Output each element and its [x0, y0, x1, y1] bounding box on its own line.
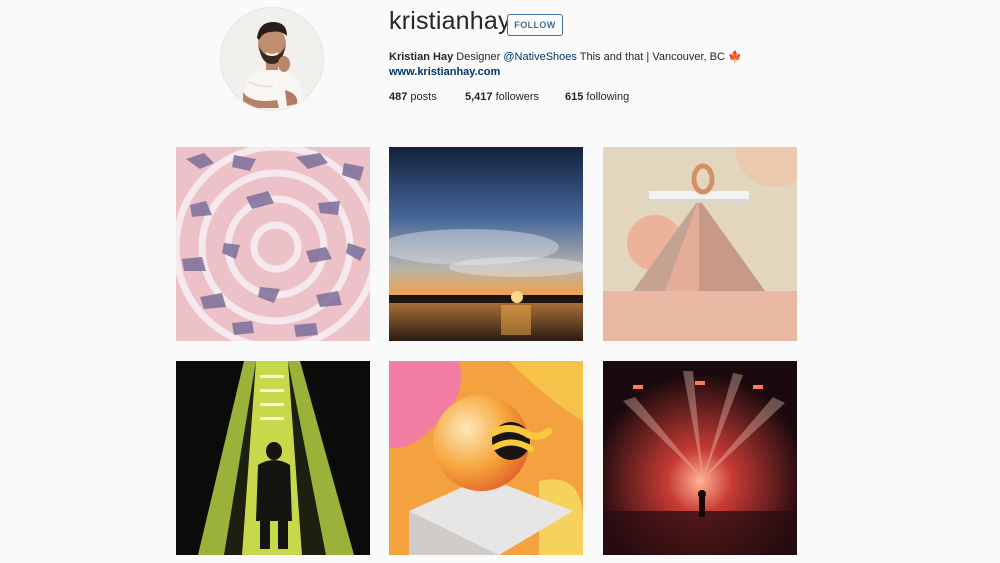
bio-text: This and that | Vancouver, BC — [579, 51, 725, 63]
profile-website-link[interactable]: www.kristianhay.com — [389, 66, 500, 78]
followers-count: 5,417 — [465, 91, 493, 103]
profile-page: kristianhay FOLLOW Kristian Hay Designer… — [0, 0, 1000, 563]
followers-stat[interactable]: 5,417 followers — [465, 91, 539, 103]
maple-leaf-icon: 🍁 — [727, 51, 742, 63]
profile-bio: Kristian Hay Designer @NativeShoes This … — [389, 50, 742, 63]
profile-username: kristianhay — [389, 7, 511, 35]
post-thumbnail-sphere[interactable] — [389, 361, 583, 555]
following-label: following — [586, 91, 630, 103]
follow-button[interactable]: FOLLOW — [507, 14, 563, 36]
posts-label: posts — [410, 91, 437, 103]
followers-label: followers — [495, 91, 539, 103]
posts-stat: 487 posts — [389, 91, 437, 103]
avatar[interactable] — [221, 8, 323, 110]
posts-count: 487 — [389, 91, 408, 103]
post-thumbnail-sunset[interactable] — [389, 147, 583, 341]
post-thumbnail-pink-swirl[interactable] — [176, 147, 370, 341]
following-count: 615 — [565, 91, 584, 103]
post-thumbnail-pyramid[interactable] — [603, 147, 797, 341]
profile-full-name: Kristian Hay — [389, 51, 454, 63]
bio-prefix: Designer — [456, 51, 501, 63]
bio-mention-link[interactable]: @NativeShoes — [503, 51, 577, 63]
post-thumbnail-escalator[interactable] — [176, 361, 370, 555]
post-thumbnail-concert[interactable] — [603, 361, 797, 555]
following-stat[interactable]: 615 following — [565, 91, 629, 103]
